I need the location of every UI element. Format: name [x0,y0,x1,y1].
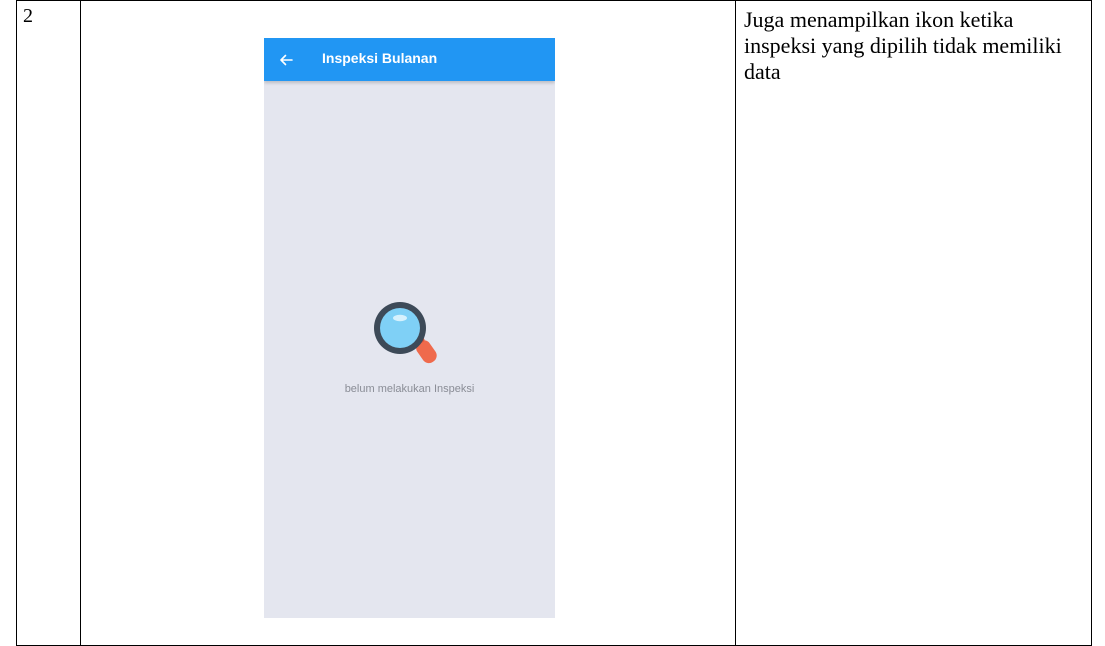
phone-screenshot: Inspeksi Bulanan belum melakukan Inspeks… [264,38,555,618]
app-bar: Inspeksi Bulanan [264,38,555,81]
row-description: Juga menampilkan ikon ketika inspeksi ya… [744,7,1062,84]
arrow-left-icon[interactable] [278,52,294,68]
row-number: 2 [23,5,33,27]
app-bar-title: Inspeksi Bulanan [322,50,438,66]
row-number-cell: 2 [16,0,81,646]
empty-state-message: belum melakukan Inspeksi [344,383,475,395]
magnifier-icon [374,302,437,364]
description-cell: Juga menampilkan ikon ketika inspeksi ya… [735,0,1092,646]
